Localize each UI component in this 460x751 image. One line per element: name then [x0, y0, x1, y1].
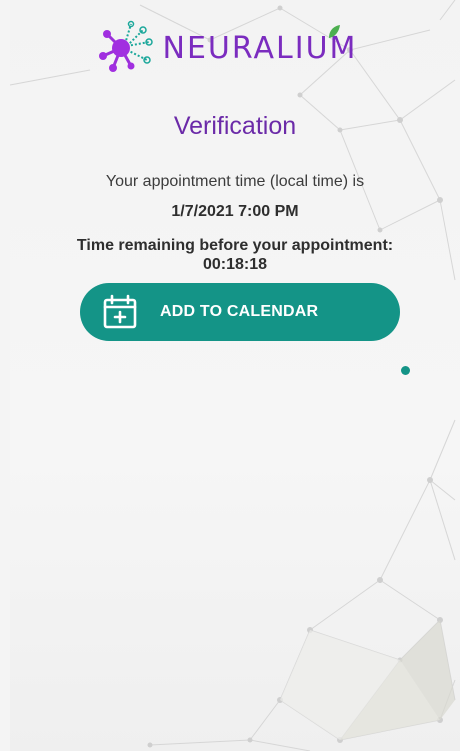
add-to-calendar-button[interactable]: ADD TO CALENDAR	[80, 283, 400, 341]
time-remaining-label: Time remaining before your appointment:	[76, 237, 394, 254]
neural-network-logo-icon	[98, 20, 153, 72]
brand-logo: NEURALIUM	[10, 18, 460, 78]
time-remaining-value: 00:18:18	[202, 256, 268, 273]
calendar-add-icon	[103, 294, 137, 329]
time-remaining: Time remaining before your appointment: …	[50, 236, 420, 274]
add-to-calendar-label: ADD TO CALENDAR	[160, 303, 319, 320]
appointment-intro-text: Your appointment time (local time) is	[105, 173, 365, 190]
page-title: Verification	[173, 112, 297, 140]
status-dot	[401, 366, 410, 375]
verification-screen: NEURALIUM Verification Your appointment …	[10, 0, 460, 751]
leaf-icon	[329, 25, 341, 38]
appointment-datetime: 1/7/2021 7:00 PM	[171, 203, 299, 220]
